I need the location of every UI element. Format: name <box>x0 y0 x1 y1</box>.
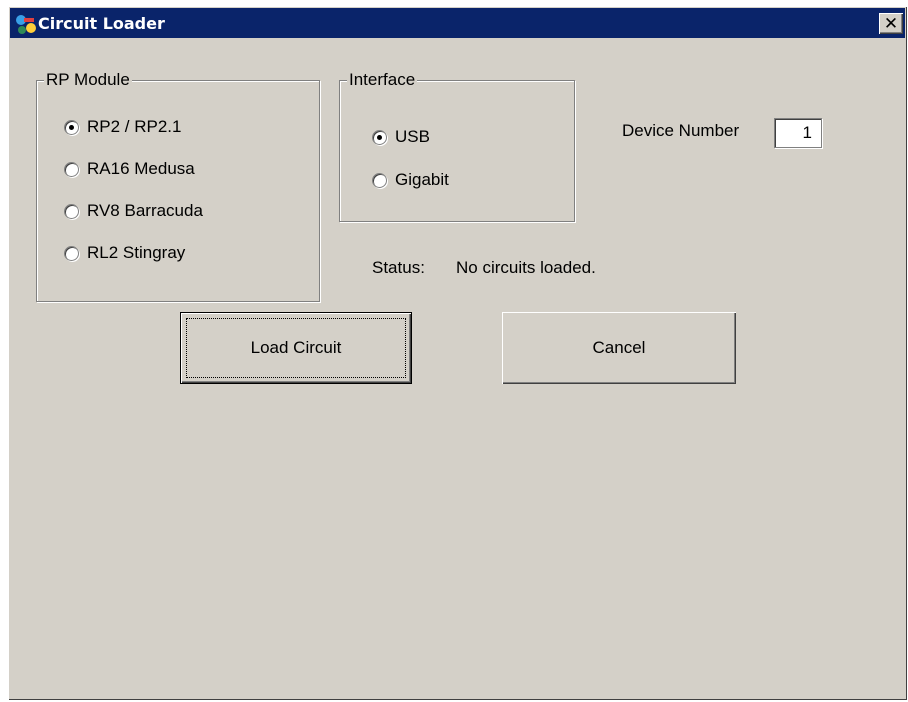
circuit-loader-window: Circuit Loader ✕ RP Module RP2 / RP2.1 R… <box>8 6 907 700</box>
radio-gigabit-indicator[interactable] <box>372 172 387 188</box>
radio-ra16-indicator[interactable] <box>64 161 79 177</box>
device-number-label: Device Number <box>622 121 740 140</box>
radio-rp2[interactable]: RP2 / RP2.1 <box>64 117 182 137</box>
radio-usb-indicator[interactable] <box>372 129 387 145</box>
radio-rv8[interactable]: RV8 Barracuda <box>64 201 203 221</box>
rp-module-legend: RP Module <box>44 70 132 90</box>
window-title: Circuit Loader <box>38 14 165 33</box>
cancel-label: Cancel <box>592 338 646 357</box>
radio-gigabit-label: Gigabit <box>395 170 449 189</box>
radio-usb[interactable]: USB <box>372 127 430 147</box>
interface-group: Interface <box>339 70 575 222</box>
title-bar[interactable]: Circuit Loader ✕ <box>10 8 905 38</box>
status-label: Status: <box>372 258 425 277</box>
status-text: No circuits loaded. <box>456 258 596 277</box>
radio-gigabit[interactable]: Gigabit <box>372 170 449 190</box>
radio-rv8-indicator[interactable] <box>64 203 79 219</box>
radio-ra16[interactable]: RA16 Medusa <box>64 159 195 179</box>
radio-rl2-indicator[interactable] <box>64 245 79 261</box>
cancel-button[interactable]: Cancel <box>502 312 736 384</box>
close-icon: ✕ <box>883 13 899 34</box>
radio-ra16-label: RA16 Medusa <box>87 159 195 178</box>
radio-rv8-label: RV8 Barracuda <box>87 201 203 220</box>
circuit-loader-icon <box>16 15 36 34</box>
rp-module-group: RP Module <box>36 70 320 302</box>
radio-rl2[interactable]: RL2 Stingray <box>64 243 185 263</box>
load-circuit-label: Load Circuit <box>250 338 342 357</box>
radio-rp2-indicator[interactable] <box>64 119 79 135</box>
close-button[interactable]: ✕ <box>879 13 903 34</box>
radio-usb-label: USB <box>395 127 430 146</box>
load-circuit-button[interactable]: Load Circuit <box>180 312 412 384</box>
device-number-input[interactable]: 1 <box>774 118 822 148</box>
radio-rp2-label: RP2 / RP2.1 <box>87 117 182 136</box>
radio-rl2-label: RL2 Stingray <box>87 243 186 262</box>
interface-legend: Interface <box>347 70 418 90</box>
